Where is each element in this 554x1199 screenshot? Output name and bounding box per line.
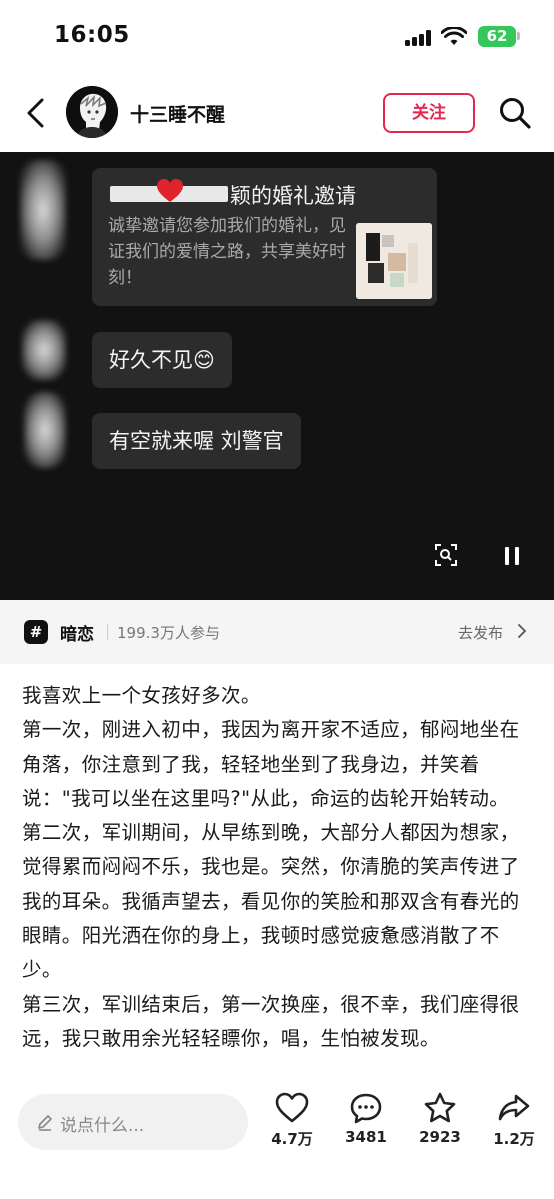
- favorite-count: 2923: [419, 1128, 461, 1146]
- chevron-right-icon[interactable]: [517, 623, 527, 639]
- blurred-avatar: [22, 320, 66, 380]
- battery-cap: [517, 32, 520, 40]
- comment-bubble-icon: [350, 1093, 382, 1124]
- heart-emoji-icon: [157, 179, 183, 202]
- follow-button[interactable]: 关注: [383, 93, 475, 133]
- share-count: 1.2万: [493, 1130, 535, 1148]
- post-to-topic-link[interactable]: 去发布: [458, 622, 503, 643]
- heart-outline-icon: [275, 1092, 309, 1123]
- invite-card-thumbnail: [356, 223, 432, 299]
- couple-photo-icon: [356, 223, 432, 299]
- profile-header: 十三睡不醒 关注: [0, 72, 554, 154]
- share-button[interactable]: 1.2万: [484, 1092, 544, 1149]
- blurred-avatar: [24, 392, 66, 468]
- star-outline-icon: [424, 1092, 456, 1123]
- author-username[interactable]: 十三睡不醒: [130, 100, 225, 127]
- pause-icon[interactable]: [503, 546, 521, 566]
- status-bar: 16:05 62: [0, 0, 554, 72]
- bottom-action-bar: 说点什么... 4.7万 3481 2923 1.2万: [0, 1080, 554, 1199]
- back-arrow-icon[interactable]: [22, 96, 50, 130]
- chat-bubble: 好久不见😊: [92, 332, 232, 388]
- divider: [107, 624, 108, 640]
- author-avatar[interactable]: [66, 86, 118, 138]
- topic-name[interactable]: 暗恋: [60, 620, 94, 645]
- chat-bubble: 有空就来喔 刘警官: [92, 413, 301, 469]
- comment-button[interactable]: 3481: [336, 1092, 396, 1146]
- pencil-icon: [38, 1115, 52, 1131]
- post-paragraph: 第二次，军训期间，从早练到晚，大部分人都因为想家，觉得累而闷闷不乐，我也是。突然…: [22, 821, 520, 982]
- comment-input[interactable]: 说点什么...: [18, 1094, 248, 1150]
- blurred-avatar: [20, 160, 66, 260]
- battery-icon: 62: [478, 26, 516, 47]
- avatar-sketch-icon: [66, 86, 118, 138]
- invite-card-title: 颖的婚礼邀请: [230, 184, 356, 208]
- invite-card-description: 诚挚邀请您参加我们的婚礼，见证我们的爱情之路，共享美好时刻！: [108, 216, 346, 288]
- comment-placeholder: 说点什么...: [60, 1116, 145, 1136]
- wifi-icon: [441, 27, 467, 45]
- topic-bar[interactable]: # 暗恋 199.3万人参与 去发布: [0, 600, 554, 664]
- screen-recognize-icon[interactable]: [435, 544, 457, 566]
- topic-participants: 199.3万人参与: [117, 624, 220, 642]
- hashtag-icon: #: [24, 620, 48, 644]
- post-paragraph: 第一次，刚进入初中，我因为离开家不适应，郁闷地坐在角落，你注意到了我，轻轻地坐到…: [22, 718, 520, 810]
- post-content: 我喜欢上一个女孩好多次。 第一次，刚进入初中，我因为离开家不适应，郁闷地坐在角落…: [22, 679, 534, 1081]
- share-arrow-icon: [498, 1094, 530, 1121]
- favorite-button[interactable]: 2923: [410, 1092, 470, 1146]
- comment-count: 3481: [345, 1128, 387, 1146]
- like-button[interactable]: 4.7万: [262, 1092, 322, 1149]
- post-paragraph: 第三次，军训结束后，第一次换座，很不幸，我们座得很远，我只敢用余光轻轻瞟你，唱，…: [22, 992, 520, 1050]
- cellular-signal-icon: [405, 30, 435, 46]
- post-paragraph: 我喜欢上一个女孩好多次。: [22, 684, 261, 707]
- search-icon[interactable]: [498, 96, 532, 130]
- battery-level: 62: [486, 27, 508, 45]
- like-count: 4.7万: [271, 1130, 313, 1148]
- status-time: 16:05: [54, 22, 130, 48]
